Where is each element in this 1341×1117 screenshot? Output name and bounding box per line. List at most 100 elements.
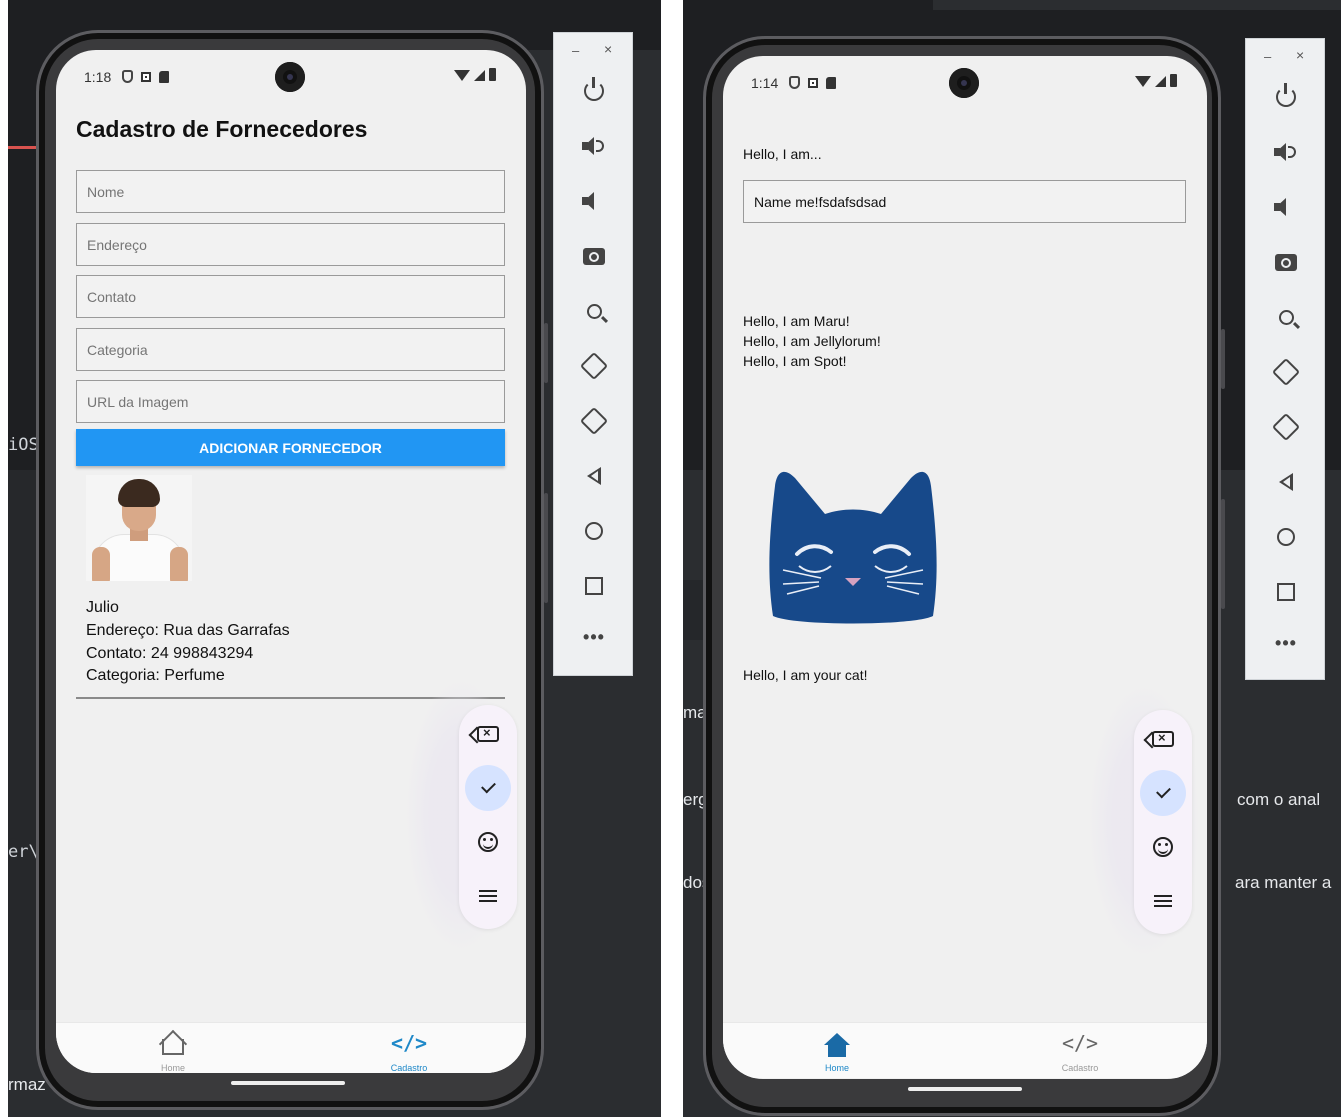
power-button[interactable] (578, 75, 610, 107)
menu-icon (479, 895, 497, 897)
bottom-navigation: Home </> Cadastro (56, 1022, 526, 1073)
cat-line-2: Hello, I am Jellylorum! (743, 333, 881, 349)
screenshot-button[interactable] (1270, 246, 1302, 278)
front-camera (275, 62, 305, 92)
rotate-right-icon (579, 406, 609, 436)
rotate-left-icon (579, 351, 609, 381)
rotate-right-button[interactable] (1270, 411, 1302, 443)
screenshot-button[interactable] (578, 240, 610, 272)
power-button[interactable] (1270, 81, 1302, 113)
check-button[interactable] (465, 765, 511, 811)
volume-down-button[interactable] (578, 185, 610, 217)
battery-icon (489, 68, 496, 81)
volume-up-button[interactable] (1270, 136, 1302, 168)
wifi-icon (454, 70, 470, 81)
name-input[interactable] (743, 180, 1186, 223)
home-button[interactable] (578, 515, 610, 547)
menu-button[interactable] (1140, 878, 1186, 924)
nav-tab-cadastro[interactable]: </> Cadastro (349, 1023, 469, 1073)
cat-line-3: Hello, I am Spot! (743, 353, 847, 369)
shield-icon (122, 70, 133, 83)
rotate-left-button[interactable] (1270, 356, 1302, 388)
supplier-address: Endereço: Rua das Garrafas (86, 622, 290, 639)
phone-screen: 1:18 Cadastro de Fornecedores AD (56, 50, 526, 1073)
overview-button[interactable] (1270, 576, 1302, 608)
nav-tab-cadastro[interactable]: </> Cadastro (1020, 1023, 1140, 1079)
ide-text-er: er\ (8, 842, 39, 862)
wifi-icon (1135, 76, 1151, 87)
floating-keyboard-toolbar: × (459, 705, 517, 929)
supplier-category: Categoria: Perfume (86, 667, 225, 684)
rotate-right-button[interactable] (578, 405, 610, 437)
status-notification-icons (789, 76, 836, 89)
code-icon: </> (390, 1031, 428, 1055)
zoom-button[interactable] (1270, 301, 1302, 333)
more-button[interactable]: ••• (1270, 631, 1302, 663)
overview-square-icon (1277, 583, 1295, 601)
nav-tab-home[interactable]: Home (113, 1023, 233, 1073)
more-icon: ••• (1275, 632, 1297, 653)
home-circle-icon (1277, 528, 1295, 546)
emulator-minimize-button[interactable]: – (1264, 49, 1271, 64)
battery-icon (1170, 74, 1177, 87)
page-title: Cadastro de Fornecedores (76, 116, 368, 142)
nav-tab-home[interactable]: Home (777, 1023, 897, 1079)
overview-button[interactable] (578, 570, 610, 602)
nav-tab-home-label: Home (824, 1063, 849, 1073)
supplier-name: Julio (86, 599, 119, 616)
emulator-close-button[interactable]: × (1296, 47, 1304, 63)
volume-up-button[interactable] (578, 130, 610, 162)
camera-icon (1275, 253, 1297, 271)
nav-tab-home-label: Home (160, 1063, 185, 1073)
notification-square-icon (141, 71, 151, 82)
check-button[interactable] (1140, 770, 1186, 816)
emoji-button[interactable] (1140, 824, 1186, 870)
phone-frame: 1:18 Cadastro de Fornecedores AD (36, 30, 548, 1110)
back-button[interactable] (578, 460, 610, 492)
phone-side-button (544, 323, 548, 383)
rotate-left-button[interactable] (578, 350, 610, 382)
adicionar-fornecedor-button[interactable]: ADICIONAR FORNECEDOR (76, 429, 505, 466)
cat-line-1: Hello, I am Maru! (743, 313, 850, 329)
power-icon (1276, 83, 1296, 107)
nome-input[interactable] (76, 170, 505, 213)
more-icon: ••• (583, 626, 605, 647)
zoom-in-icon (1278, 309, 1294, 325)
emulator-minimize-button[interactable]: – (572, 43, 579, 58)
backspace-button[interactable]: × (1140, 716, 1186, 762)
ide-text-maz: rmaz (8, 1075, 46, 1094)
emoji-button[interactable] (465, 819, 511, 865)
backspace-icon: × (477, 725, 499, 742)
categoria-input[interactable] (76, 328, 505, 371)
url-imagem-input[interactable] (76, 380, 505, 423)
emulator-toolbar: – × ••• (553, 32, 633, 676)
phone-volume-button (1221, 499, 1225, 609)
zoom-button[interactable] (578, 295, 610, 327)
volume-down-button[interactable] (1270, 191, 1302, 223)
endereco-input[interactable] (76, 223, 505, 266)
floating-keyboard-toolbar: × (1134, 710, 1192, 934)
ide-text-ios: iOS (8, 435, 39, 455)
status-bar: 1:18 (56, 50, 526, 106)
phone-volume-button (544, 493, 548, 603)
bottom-navigation: Home </> Cadastro (723, 1022, 1207, 1078)
status-system-icons (1135, 74, 1177, 87)
check-icon (1155, 783, 1171, 799)
home-button[interactable] (1270, 521, 1302, 553)
home-icon (824, 1033, 850, 1057)
backspace-button[interactable]: × (465, 711, 511, 757)
greeting-label: Hello, I am... (743, 146, 822, 162)
status-time: 1:18 (84, 69, 112, 85)
cat-caption: Hello, I am your cat! (743, 667, 868, 683)
more-button[interactable]: ••• (578, 625, 610, 657)
volume-down-icon (1274, 198, 1298, 216)
contato-input[interactable] (76, 275, 505, 318)
emulator-close-button[interactable]: × (604, 41, 612, 57)
nav-tab-cadastro-label: Cadastro (390, 1063, 428, 1073)
power-icon (584, 77, 604, 101)
menu-button[interactable] (465, 873, 511, 919)
back-button[interactable] (1270, 466, 1302, 498)
rotate-right-icon (1271, 412, 1301, 442)
code-icon: </> (1061, 1031, 1099, 1055)
home-indicator (908, 1087, 1022, 1091)
